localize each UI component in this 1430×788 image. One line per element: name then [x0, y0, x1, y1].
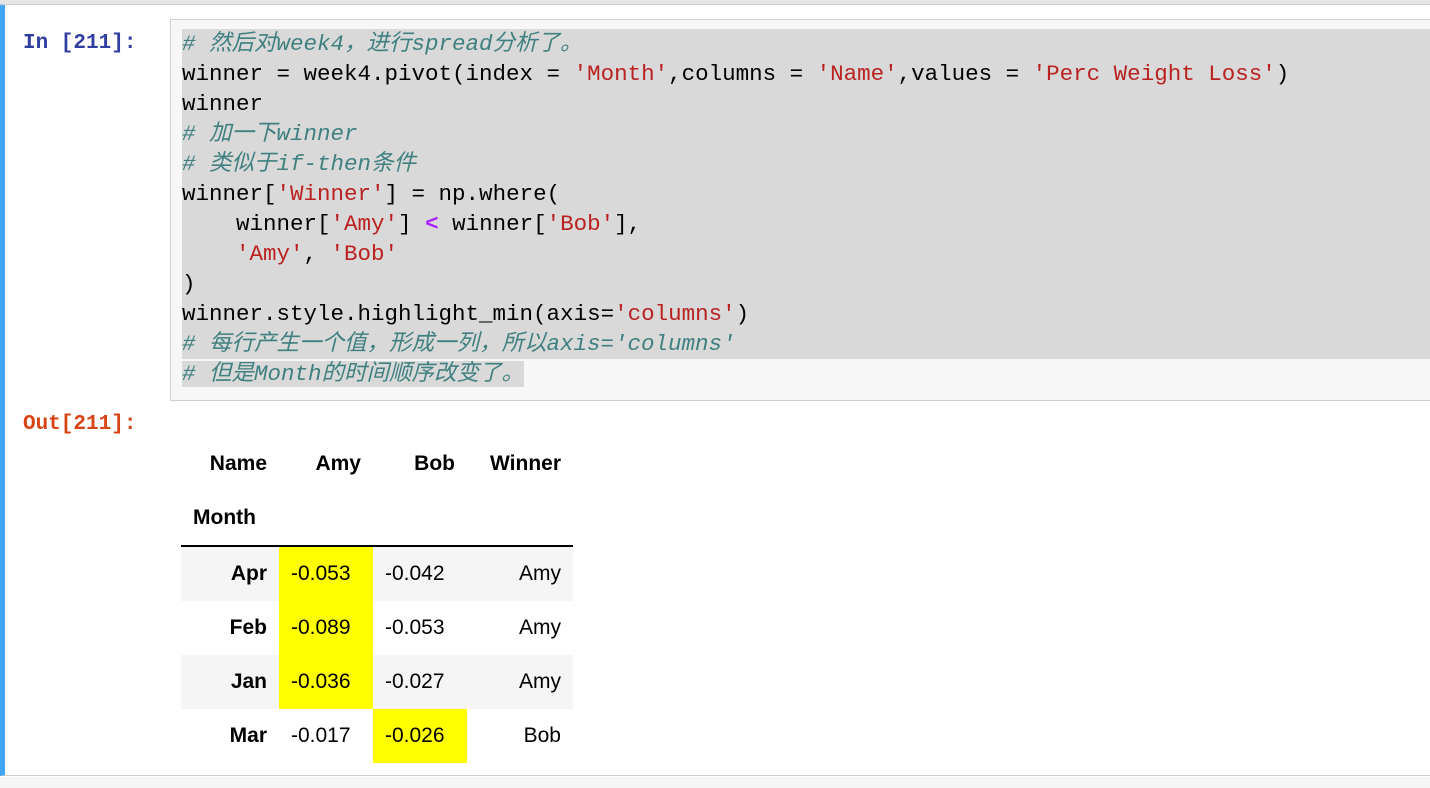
code-cell[interactable]: In [211]: # 然后对week4，进行spread分析了。 winner …: [0, 5, 1430, 776]
code-line-text: # 但是Month的时间顺序改变了。: [182, 361, 525, 387]
code-line-text: winner['Amy'] < winner['Bob'],: [182, 211, 642, 237]
code-token-comment: # 但是Month的时间顺序改变了。: [182, 361, 525, 387]
code-token-plain: winner = week4.pivot(index =: [182, 61, 574, 87]
index-name-header: Month: [181, 491, 279, 547]
code-token-plain: ,values =: [897, 61, 1033, 87]
code-line-text: # 类似于if-then条件: [182, 151, 417, 177]
column-header-amy: Amy: [315, 452, 361, 475]
notebook-page: In [211]: # 然后对week4，进行spread分析了。 winner …: [0, 0, 1430, 788]
code-line[interactable]: ): [182, 269, 1430, 299]
output-prompt: Out[211]:: [23, 413, 137, 436]
table-row: Jan -0.036 -0.027 Amy: [181, 655, 573, 709]
column-header-bob: Bob: [414, 452, 455, 475]
code-line-text: # 每行产生一个值，形成一列，所以axis='columns': [182, 331, 736, 357]
table-cell-winner: Amy: [519, 562, 561, 585]
code-line[interactable]: 'Amy', 'Bob': [182, 239, 1430, 269]
code-token-str: 'Bob': [330, 241, 399, 267]
code-token-str: 'columns': [614, 301, 736, 327]
index-row-blank: [373, 491, 467, 547]
code-line-text: 'Amy', 'Bob': [182, 241, 399, 267]
table-cell-bob: -0.042: [385, 562, 445, 585]
next-cell-edge: [0, 777, 1430, 788]
code-line[interactable]: winner['Amy'] < winner['Bob'],: [182, 209, 1430, 239]
columns-name-header: Name: [209, 452, 267, 475]
code-line-text: # 加一下winner: [182, 121, 358, 147]
table-cell-amy: -0.089: [279, 601, 373, 655]
code-token-plain: ]: [398, 211, 426, 237]
code-token-plain: winner: [182, 91, 264, 117]
code-line-text: # 然后对week4，进行spread分析了。: [182, 31, 583, 57]
code-token-plain: winner[: [438, 211, 547, 237]
code-token-plain: ): [735, 301, 750, 327]
code-line[interactable]: # 但是Month的时间顺序改变了。: [182, 359, 1430, 389]
table-cell-bob: -0.027: [385, 670, 445, 693]
code-token-str: 'Month': [573, 61, 669, 87]
code-line[interactable]: # 类似于if-then条件: [182, 149, 1430, 179]
code-line-text: winner = week4.pivot(index = 'Month',col…: [182, 61, 1290, 87]
index-row-blank: [279, 491, 373, 547]
code-line[interactable]: winner['Winner'] = np.where(: [182, 179, 1430, 209]
code-token-str: 'Name': [816, 61, 898, 87]
code-token-plain: ,: [303, 241, 331, 267]
table-row: Mar -0.017 -0.026 Bob: [181, 709, 573, 763]
code-token-comment: # 每行产生一个值，形成一列，所以axis='columns': [182, 331, 736, 357]
code-token-comment: # 类似于if-then条件: [182, 151, 417, 177]
code-token-str: 'Amy': [330, 211, 399, 237]
code-token-str: 'Winner': [276, 181, 385, 207]
row-index-label: Jan: [230, 670, 267, 693]
table-header-row: Name Amy Bob Winner: [181, 437, 573, 491]
code-line-text: winner: [182, 91, 264, 117]
code-token-comment: # 加一下winner: [182, 121, 358, 147]
code-token-plain: winner.style.highlight_min(axis=: [182, 301, 615, 327]
index-name-row: Month: [181, 491, 573, 547]
index-row-blank: [467, 491, 573, 547]
code-line[interactable]: winner = week4.pivot(index = 'Month',col…: [182, 59, 1430, 89]
table-row: Feb -0.089 -0.053 Amy: [181, 601, 573, 655]
table-cell-bob: -0.026: [373, 709, 467, 763]
code-line[interactable]: winner: [182, 89, 1430, 119]
row-index-label: Apr: [230, 562, 267, 585]
table-cell-winner: Amy: [519, 616, 561, 639]
code-text[interactable]: # 然后对week4，进行spread分析了。 winner = week4.pi…: [182, 29, 1430, 389]
row-index-label: Feb: [229, 616, 267, 639]
table-cell-winner: Amy: [519, 670, 561, 693]
code-line[interactable]: # 每行产生一个值，形成一列，所以axis='columns': [182, 329, 1430, 359]
code-editor[interactable]: # 然后对week4，进行spread分析了。 winner = week4.pi…: [170, 19, 1430, 401]
table-cell-bob: -0.053: [385, 616, 445, 639]
table-cell-amy: -0.036: [279, 655, 373, 709]
code-token-comment: # 然后对week4，进行spread分析了。: [182, 31, 583, 57]
code-token-str: 'Amy': [236, 241, 304, 267]
code-line[interactable]: winner.style.highlight_min(axis='columns…: [182, 299, 1430, 329]
table-cell-amy: -0.017: [291, 724, 351, 747]
output-dataframe: Name Amy Bob Winner Month Apr -0.053 -0.04…: [181, 437, 573, 763]
code-token-plain: winner[: [182, 181, 277, 207]
code-token-plain: ,columns =: [668, 61, 817, 87]
table-cell-winner: Bob: [523, 724, 561, 747]
input-prompt: In [211]:: [23, 32, 137, 55]
code-token-op: <: [425, 211, 439, 237]
code-line-text: ): [182, 271, 196, 297]
code-token-plain: ] = np.where(: [384, 181, 561, 207]
code-token-plain: ): [182, 271, 196, 297]
column-header-winner: Winner: [490, 452, 561, 475]
table-cell-amy: -0.053: [279, 546, 373, 601]
code-token-plain: ],: [614, 211, 642, 237]
code-line-text: winner.style.highlight_min(axis='columns…: [182, 301, 750, 327]
code-line[interactable]: # 然后对week4，进行spread分析了。: [182, 29, 1430, 59]
code-token-str: 'Bob': [546, 211, 615, 237]
code-line[interactable]: # 加一下winner: [182, 119, 1430, 149]
code-token-plain: winner[: [182, 211, 331, 237]
code-token-str: 'Perc Weight Loss': [1032, 61, 1276, 87]
code-line-text: winner['Winner'] = np.where(: [182, 181, 561, 207]
row-index-label: Mar: [229, 724, 267, 747]
table-row: Apr -0.053 -0.042 Amy: [181, 546, 573, 601]
table-body: Apr -0.053 -0.042 Amy Feb -0.089 -0.053 Amy Jan -…: [181, 546, 573, 763]
code-token-plain: ): [1275, 61, 1290, 87]
